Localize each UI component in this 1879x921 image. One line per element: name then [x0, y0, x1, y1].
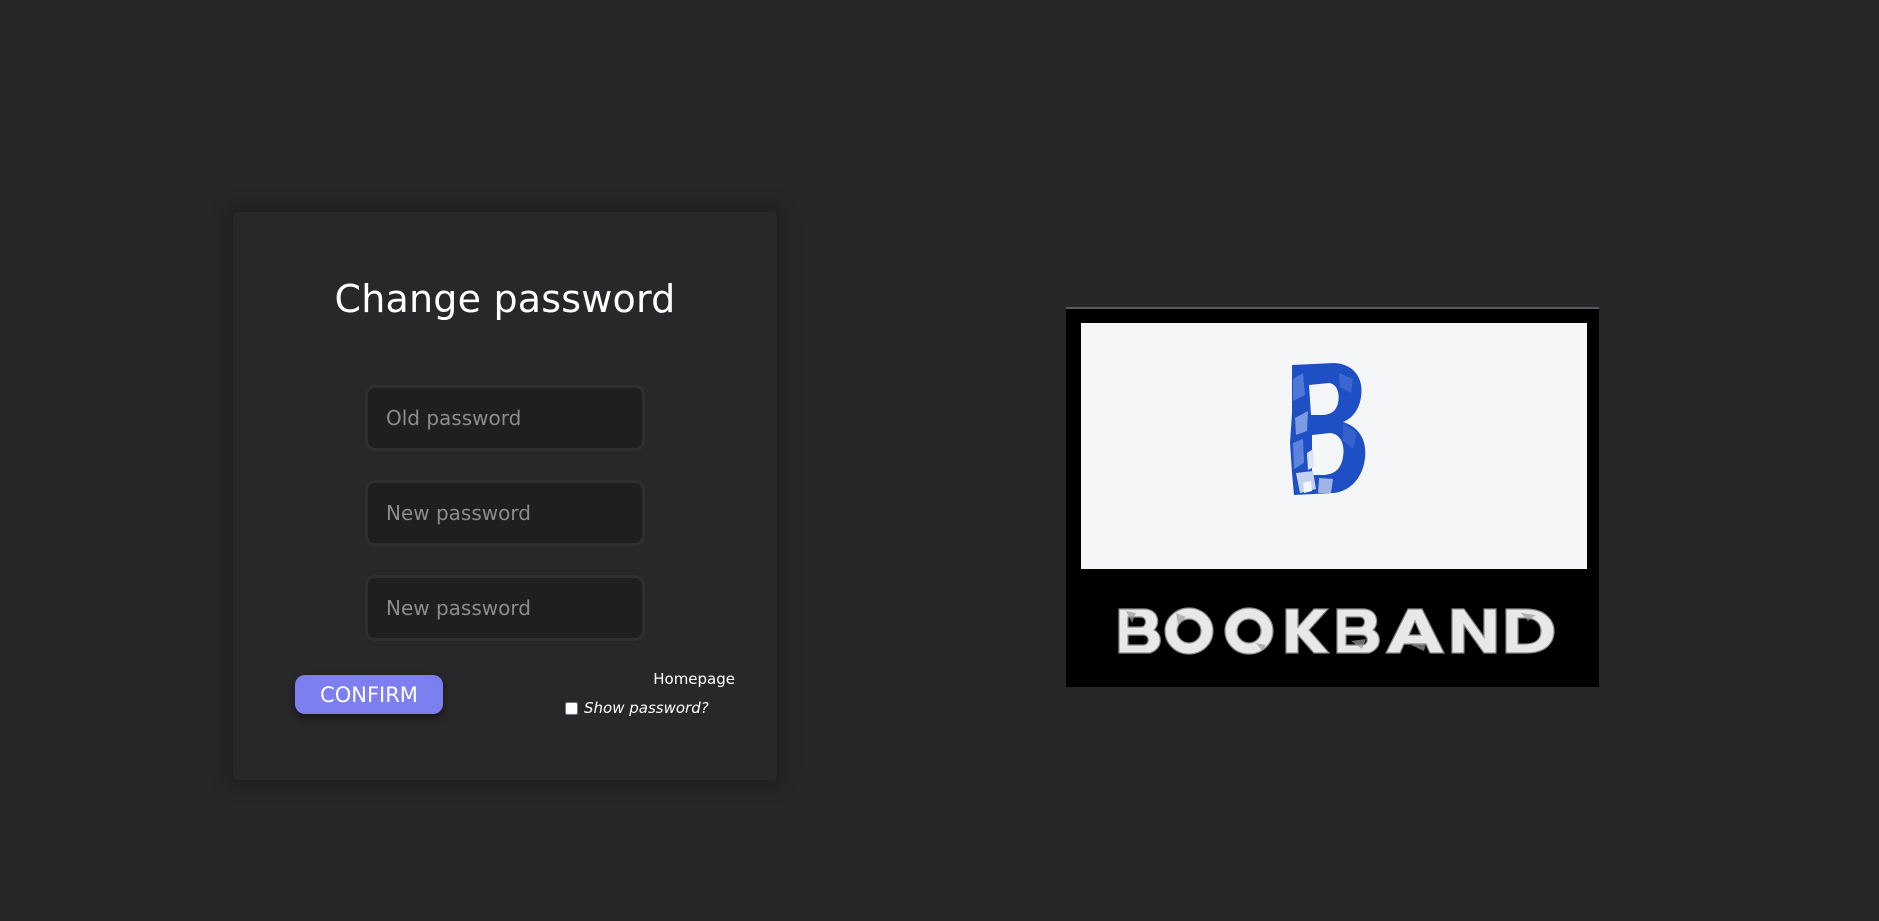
- banner-divider: [1066, 307, 1599, 309]
- confirm-password-input[interactable]: [365, 575, 645, 641]
- bookband-wordmark: [1066, 583, 1599, 687]
- change-password-card: Change password CONFIRM Homepage Show pa…: [233, 212, 777, 780]
- bookband-banner: [1066, 307, 1599, 687]
- show-password-label[interactable]: Show password?: [584, 699, 709, 717]
- b-logo-icon: [1290, 363, 1366, 495]
- page-title: Change password: [334, 277, 676, 321]
- old-password-input[interactable]: [365, 385, 645, 451]
- show-password-row: Show password?: [565, 699, 709, 717]
- confirm-button[interactable]: CONFIRM: [295, 675, 443, 714]
- new-password-input[interactable]: [365, 480, 645, 546]
- show-password-checkbox[interactable]: [565, 701, 578, 715]
- homepage-link[interactable]: Homepage: [623, 670, 735, 688]
- bookband-wordmark-icon: [1118, 607, 1555, 655]
- page: Change password CONFIRM Homepage Show pa…: [0, 0, 1879, 921]
- logo-panel: [1081, 323, 1587, 569]
